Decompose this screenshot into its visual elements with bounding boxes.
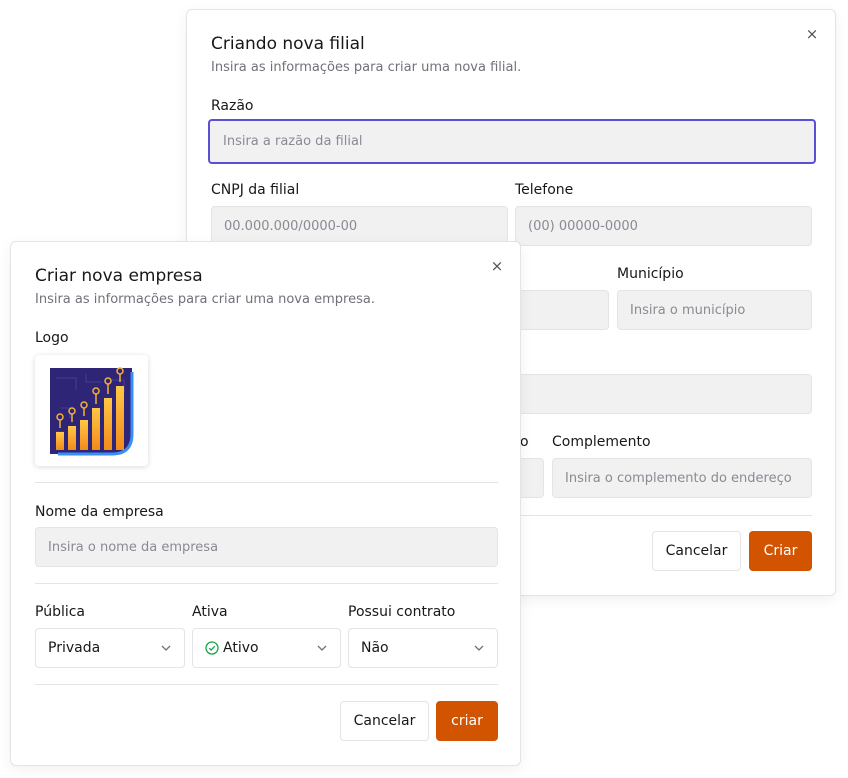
chevron-down-icon (316, 642, 328, 654)
company-name-input[interactable] (35, 527, 498, 567)
logradouro-input[interactable] (507, 374, 812, 414)
publica-value: Privada (48, 640, 101, 656)
contrato-select[interactable]: Não (348, 628, 498, 668)
contrato-label: Possui contrato (348, 604, 456, 620)
cnpj-label: CNPJ da filial (211, 182, 300, 198)
municipio-label: Município (617, 266, 684, 282)
publica-label: Pública (35, 604, 86, 620)
growth-chart-logo-icon (49, 366, 133, 455)
close-icon[interactable]: × (804, 26, 820, 42)
chevron-down-icon (473, 642, 485, 654)
telefone-label: Telefone (515, 182, 574, 198)
close-icon[interactable]: × (489, 258, 505, 274)
razao-input[interactable] (208, 119, 816, 164)
ativa-label: Ativa (192, 604, 228, 620)
create-company-dialog: Criar nova empresa Insira as informações… (10, 241, 521, 766)
company-dialog-title: Criar nova empresa (35, 266, 203, 286)
check-circle-icon (205, 641, 219, 655)
chevron-down-icon (160, 642, 172, 654)
divider (35, 482, 498, 483)
numero-label: o (520, 434, 529, 450)
municipio-input[interactable] (617, 290, 812, 330)
publica-select[interactable]: Privada (35, 628, 185, 668)
cnpj-input[interactable] (211, 206, 508, 246)
branch-dialog-subtitle: Insira as informações para criar uma nov… (211, 60, 522, 75)
company-name-label: Nome da empresa (35, 504, 164, 520)
telefone-input[interactable] (515, 206, 812, 246)
cancel-button[interactable]: Cancelar (340, 701, 429, 741)
logo-label: Logo (35, 330, 69, 346)
cancel-button[interactable]: Cancelar (652, 531, 741, 571)
address-field-input[interactable] (507, 290, 609, 330)
divider (35, 684, 498, 685)
branch-dialog-title: Criando nova filial (211, 34, 365, 54)
ativa-value: Ativo (223, 640, 259, 656)
create-company-button[interactable]: criar (436, 701, 498, 741)
divider (35, 583, 498, 584)
ativa-select[interactable]: Ativo (192, 628, 341, 668)
company-logo[interactable] (35, 355, 148, 466)
contrato-value: Não (361, 640, 389, 656)
company-dialog-subtitle: Insira as informações para criar uma nov… (35, 292, 375, 307)
complemento-input[interactable] (552, 458, 812, 498)
create-branch-button[interactable]: Criar (749, 531, 812, 571)
complemento-label: Complemento (552, 434, 651, 450)
divider (507, 515, 812, 516)
razao-label: Razão (211, 98, 254, 114)
